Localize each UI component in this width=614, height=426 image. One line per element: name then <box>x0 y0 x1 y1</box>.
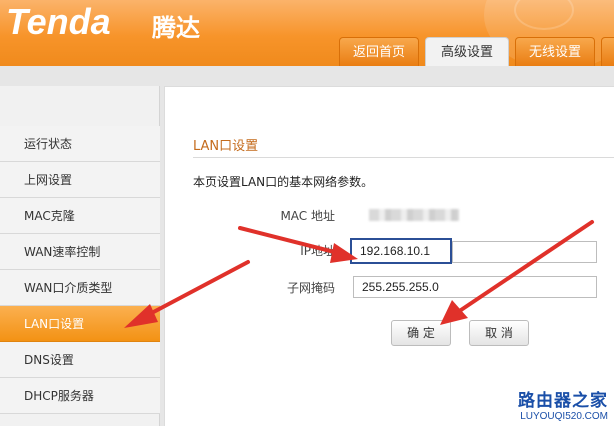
subnet-mask-input[interactable]: 255.255.255.0 <box>353 276 597 298</box>
cancel-button[interactable]: 取 消 <box>469 320 529 346</box>
watermark-en: LUYOUQI520.COM <box>520 411 608 422</box>
page-description: 本页设置LAN口的基本网络参数。 <box>193 175 374 189</box>
ok-button[interactable]: 确 定 <box>391 320 451 346</box>
brand-logo: Tenda <box>6 1 111 42</box>
mac-address-value-blurred <box>369 209 459 221</box>
lan-settings-panel: LAN口设置 本页设置LAN口的基本网络参数。 MAC 地址 IP地址 192.… <box>164 86 614 426</box>
tab-overflow[interactable] <box>601 37 614 66</box>
sidebar-item-mac-clone[interactable]: MAC克隆 <box>0 198 160 234</box>
sidebar-item-wan-speed[interactable]: WAN速率控制 <box>0 234 160 270</box>
sidebar-item-dhcp[interactable]: DHCP服务器 <box>0 378 160 414</box>
mac-address-label: MAC 地址 <box>280 209 335 223</box>
ip-address-label: IP地址 <box>300 244 335 258</box>
sidebar-item-lan[interactable]: LAN口设置 <box>0 306 160 342</box>
tab-advanced-settings[interactable]: 高级设置 <box>425 37 509 66</box>
sidebar-item-wan-media[interactable]: WAN口介质类型 <box>0 270 160 306</box>
header-bar: Tenda 腾达 返回首页 高级设置 无线设置 <box>0 0 614 66</box>
subnet-mask-label: 子网掩码 <box>286 281 335 295</box>
title-divider <box>193 157 614 158</box>
site-watermark: 路由器之家 LUYOUQI520.COM <box>518 386 608 422</box>
sidebar: 运行状态 上网设置 MAC克隆 WAN速率控制 WAN口介质类型 LAN口设置 … <box>0 86 160 426</box>
tab-home[interactable]: 返回首页 <box>339 37 419 66</box>
brand-logo-cn: 腾达 <box>152 14 200 42</box>
sidebar-item-status[interactable]: 运行状态 <box>0 126 160 162</box>
ip-address-input[interactable]: 192.168.10.1 <box>350 238 452 264</box>
ip-address-input-extension <box>452 241 597 263</box>
sidebar-item-internet[interactable]: 上网设置 <box>0 162 160 198</box>
sidebar-item-dns[interactable]: DNS设置 <box>0 342 160 378</box>
tab-wireless-settings[interactable]: 无线设置 <box>515 37 595 66</box>
watermark-cn: 路由器之家 <box>518 391 608 411</box>
page-title: LAN口设置 <box>193 139 259 154</box>
